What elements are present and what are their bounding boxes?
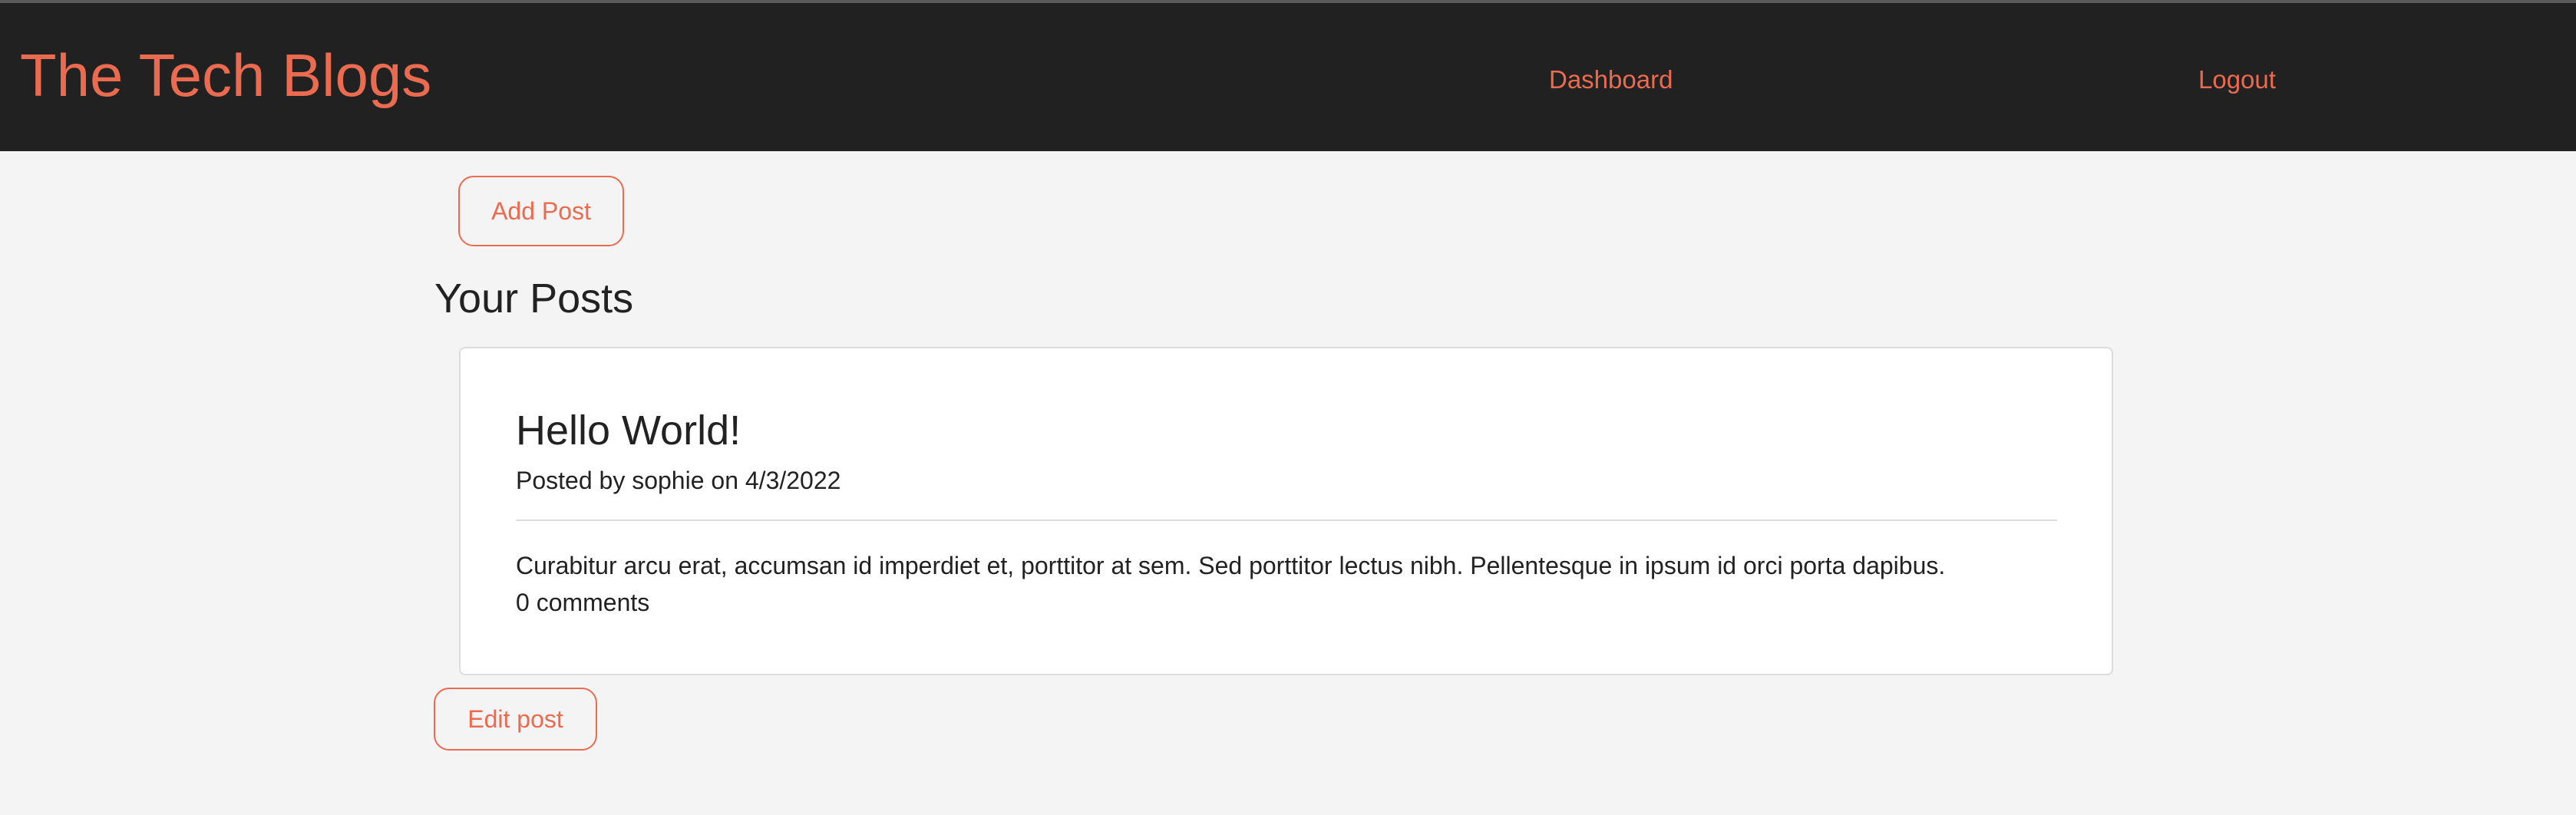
site-title-link[interactable]: The Tech Blogs [20, 37, 431, 114]
nav-logout-link[interactable]: Logout [2198, 63, 2276, 97]
nav-dashboard-link[interactable]: Dashboard [1549, 63, 1673, 97]
post-body: Curabitur arcu erat, accumsan id imperdi… [516, 552, 1946, 579]
section-title: Your Posts [434, 276, 634, 322]
post-comment-count: 0 comments [516, 589, 650, 616]
post-card: Hello World! Posted by sophie on 4/3/202… [459, 347, 2113, 675]
edit-post-button[interactable]: Edit post [434, 688, 597, 751]
add-post-button[interactable]: Add Post [458, 176, 624, 246]
post-divider [516, 520, 2057, 521]
post-meta: Posted by sophie on 4/3/2022 [516, 467, 841, 494]
post-title: Hello World! [516, 408, 741, 454]
top-navbar: The Tech Blogs Dashboard Logout [0, 0, 2576, 151]
